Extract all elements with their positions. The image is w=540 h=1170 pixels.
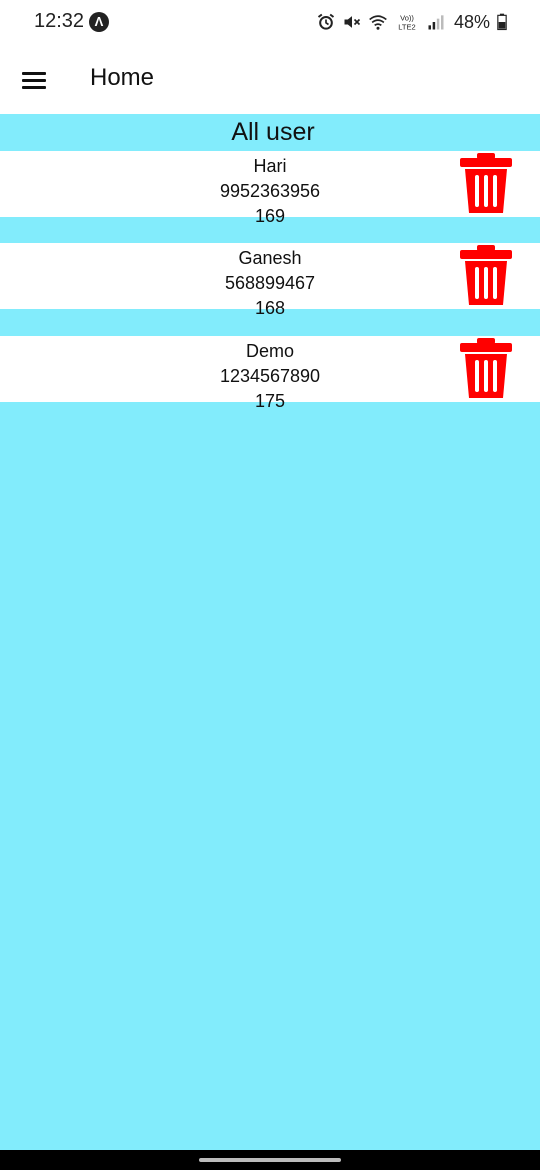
status-time: 12:32 [34, 10, 85, 32]
navigation-app-icon: Λ [89, 12, 109, 32]
hamburger-menu-icon[interactable] [14, 60, 54, 100]
wifi-icon [369, 15, 387, 30]
status-icons: Vo)) LTE2 48% [316, 10, 508, 34]
user-list-screen: All user Hari 9952363956 169 Ganesh 5688… [0, 114, 540, 1150]
mute-icon [344, 16, 361, 28]
user-card-ganesh: Ganesh 568899467 168 [0, 243, 540, 318]
signal-icon [428, 15, 444, 30]
system-navigation-bar [0, 1150, 540, 1170]
volte-icon: Vo)) LTE2 [398, 13, 415, 32]
trash-icon[interactable] [458, 338, 514, 398]
battery-percent: 48% [453, 11, 490, 32]
battery-icon [497, 13, 507, 31]
page-title: Home [90, 64, 155, 91]
section-title: All user [231, 118, 315, 146]
status-bar: 12:32 Λ Vo)) LTE2 48% [0, 0, 540, 44]
app-bar: Home [0, 44, 540, 114]
svg-text:LTE2: LTE2 [398, 23, 415, 32]
home-indicator[interactable] [199, 1158, 341, 1162]
svg-text:Vo)): Vo)) [400, 13, 414, 22]
trash-icon[interactable] [458, 153, 514, 213]
user-card-demo: Demo 1234567890 175 [0, 336, 540, 411]
alarm-icon [317, 13, 335, 30]
user-card-hari: Hari 9952363956 169 [0, 151, 540, 226]
trash-icon[interactable] [458, 245, 514, 305]
